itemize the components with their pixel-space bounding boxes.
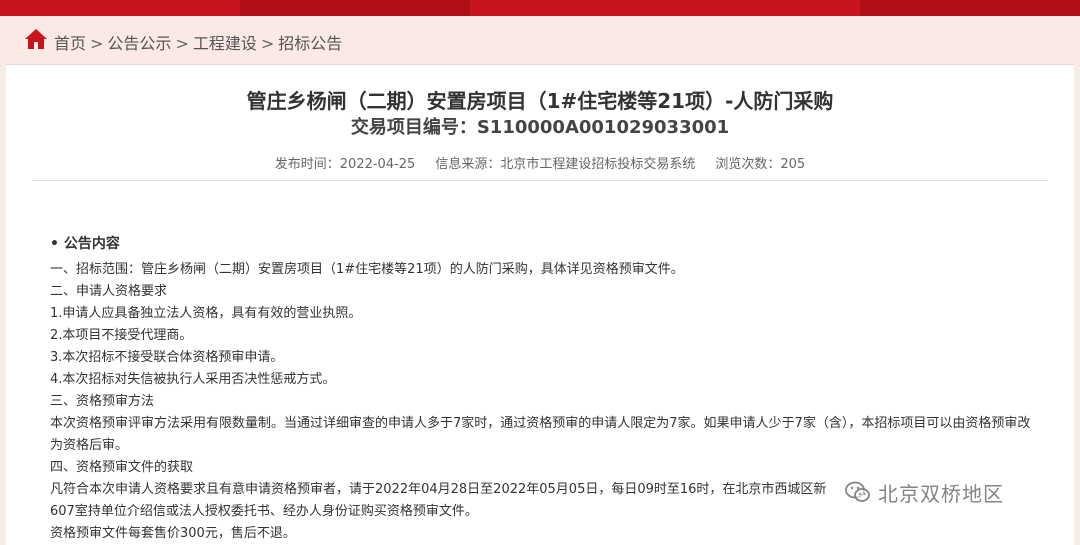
views-label: 浏览次数： (715, 157, 781, 172)
publish-time-label: 发布时间： (274, 157, 340, 172)
source: 北京市工程建设招标投标交易系统 (500, 157, 696, 172)
breadcrumb: 首页 > 公告公示 > 工程建设 > 招标公告 (54, 30, 342, 54)
watermark: 北京双桥地区 (844, 472, 1004, 512)
content-line: 2.本项目不接受代理商。 (50, 328, 193, 343)
content-line: 本次资格预审评审方法采用有限数量制。当通过详细审查的申请人多于7家时，通过资格预… (50, 416, 1031, 453)
breadcrumb-separator: > (260, 34, 275, 53)
breadcrumb-announcements-link[interactable]: 公告公示 (107, 34, 171, 53)
content-line: 1.申请人应具备独立法人资格，具有有效的营业执照。 (50, 306, 362, 321)
breadcrumb-tender-link[interactable]: 招标公告 (278, 34, 342, 53)
publish-time: 2022-04-25 (339, 157, 416, 172)
breadcrumb-separator: > (175, 34, 189, 53)
notice-meta: 发布时间：2022-04-25 信息来源：北京市工程建设招标投标交易系统 浏览次数：… (6, 153, 1074, 172)
home-icon[interactable] (24, 27, 48, 51)
watermark-text: 北京双桥地区 (878, 481, 1004, 506)
breadcrumb-bar: 首页 > 公告公示 > 工程建设 > 招标公告 (0, 16, 1080, 66)
section-title: • 公告内容 (50, 236, 120, 252)
source-label: 信息来源： (435, 157, 501, 172)
content-line: 三、资格预审方法 (50, 394, 155, 409)
content-line: 资格预审文件每套售价300元，售后不退。 (50, 526, 296, 541)
banner-tab (860, 0, 1080, 16)
top-banner (0, 0, 1080, 16)
breadcrumb-engineering-link[interactable]: 工程建设 (193, 34, 257, 53)
banner-tab (240, 0, 470, 16)
view-count: 205 (780, 157, 806, 172)
content-line: 二、申请人资格要求 (50, 284, 168, 299)
project-number: 交易项目编号：S110000A001029033001 (350, 117, 730, 138)
content-line: 4.本次招标对失信被执行人采用否决性惩戒方式。 (50, 372, 336, 387)
breadcrumb-home-link[interactable]: 首页 (54, 34, 86, 53)
divider (32, 180, 1048, 181)
wechat-icon (845, 481, 870, 502)
content-line: 一、招标范围：管庄乡杨闸（二期）安置房项目（1#住宅楼等21项）的人防门采购，具… (50, 262, 684, 277)
notice-title: 管庄乡杨闸（二期）安置房项目（1#住宅楼等21项）-人防门采购 (246, 89, 834, 113)
content-line: 3.本次招标不接受联合体资格预审申请。 (50, 350, 284, 365)
breadcrumb-separator: > (90, 34, 104, 53)
